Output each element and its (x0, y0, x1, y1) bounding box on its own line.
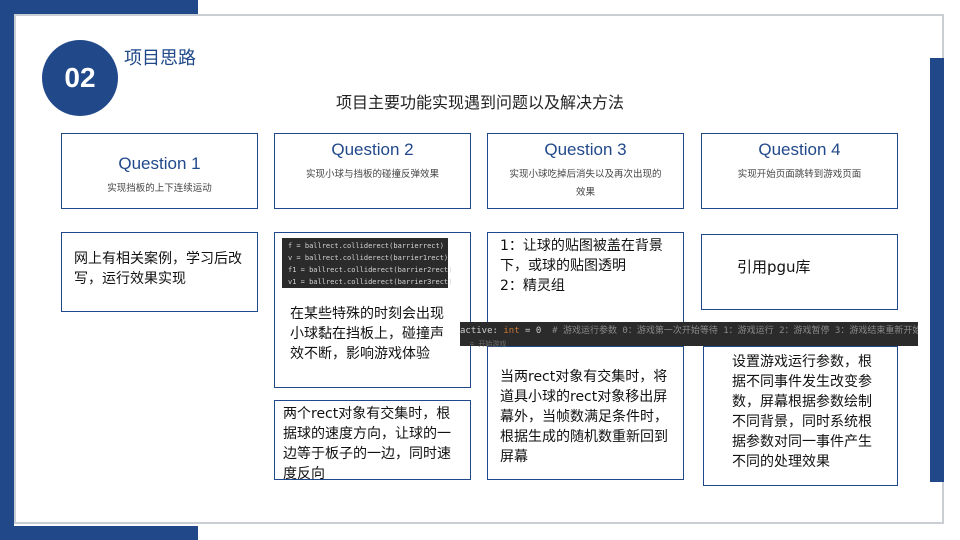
answer-4-bottom-box: 设置游戏运行参数，根据不同事件发生改变参数，屏幕根据参数绘制不同背景，同时系统根… (703, 346, 898, 486)
answer-3-top-text: 1：让球的贴图被盖在背景下，或球的贴图透明 2：精灵组 (500, 238, 663, 294)
answer-4-top-box: 引用pgu库 (701, 234, 898, 310)
question-1-box: Question 1 实现挡板的上下连续运动 (61, 133, 258, 209)
question-4-box: Question 4 实现开始页面跳转到游戏页面 (701, 133, 898, 209)
collision-code-snippet: f = ballrect.colliderect(barrierrect) v … (282, 238, 453, 288)
code-line: v = ballrect.colliderect(barrier1rect) (288, 254, 449, 262)
page-title: 项目主要功能实现遇到问题以及解决方法 (335, 93, 624, 112)
code-colon: : (492, 326, 504, 336)
code-var: active (460, 326, 493, 336)
question-2-box: Question 2 实现小球与挡板的碰撞反弹效果 (274, 133, 471, 209)
question-2-title: Question 2 (331, 140, 414, 159)
question-3-box: Question 3 实现小球吃掉后消失以及再次出现的效果 (487, 133, 684, 209)
code-line: f = ballrect.colliderect(barrierrect) (288, 242, 444, 250)
question-3-title: Question 3 (544, 140, 627, 159)
answer-3-bottom-box: 当两rect对象有交集时，将道具小球的rect对象移出屏幕外，当帧数满足条件时，… (487, 346, 684, 480)
right-accent-bar (930, 58, 944, 482)
code-type: int (503, 326, 520, 336)
bottom-left-accent-bar (0, 526, 198, 540)
answer-3-top-box: 1：让球的贴图被盖在背景下，或球的贴图透明 2：精灵组 (487, 232, 684, 328)
section-number: 02 (64, 62, 96, 93)
question-3-desc: 实现小球吃掉后消失以及再次出现的效果 (509, 169, 662, 198)
question-1-desc: 实现挡板的上下连续运动 (107, 183, 212, 194)
code-comment: # 游戏运行参数 0：游戏第一次开始等待 1：游戏运行 2：游戏暂停 3：游戏结… (552, 326, 918, 336)
question-4-desc: 实现开始页面跳转到游戏页面 (737, 169, 862, 180)
code-strip-faint-line: = 开始游戏 (470, 340, 507, 348)
section-title: 项目思路 (124, 48, 196, 69)
answer-2-extra-text: 两个rect对象有交集时，根据球的速度方向，让球的一边等于板子的一边，同时速度反… (283, 406, 451, 482)
answer-2-text: 在某些特殊的时刻会出现小球黏在挡板上，碰撞声效不断，影响游戏体验 (290, 306, 444, 362)
left-accent-bar (0, 14, 14, 526)
answer-4-bottom-text: 设置游戏运行参数，根据不同事件发生改变参数，屏幕根据参数绘制不同背景，同时系统根… (732, 354, 872, 470)
question-2-desc: 实现小球与挡板的碰撞反弹效果 (305, 169, 439, 180)
answer-2-extra-box: 两个rect对象有交集时，根据球的速度方向，让球的一边等于板子的一边，同时速度反… (274, 400, 471, 482)
answer-1-box: 网上有相关案例，学习后改写，运行效果实现 (61, 232, 258, 312)
answer-1-text: 网上有相关案例，学习后改写，运行效果实现 (74, 251, 242, 287)
code-line: v1 = ballrect.colliderect(barrier3rect) (288, 278, 453, 286)
code-assign: = 0 (519, 326, 542, 336)
question-1-title: Question 1 (118, 154, 201, 173)
answer-4-top-text: 引用pgu库 (737, 258, 811, 276)
question-4-title: Question 4 (758, 140, 841, 159)
top-left-accent-bar (0, 0, 198, 14)
answer-3-bottom-text: 当两rect对象有交集时，将道具小球的rect对象移出屏幕外，当帧数满足条件时，… (500, 369, 668, 465)
code-line: f1 = ballrect.colliderect(barrier2rect) (288, 266, 453, 274)
section-number-badge: 02 (42, 40, 118, 116)
